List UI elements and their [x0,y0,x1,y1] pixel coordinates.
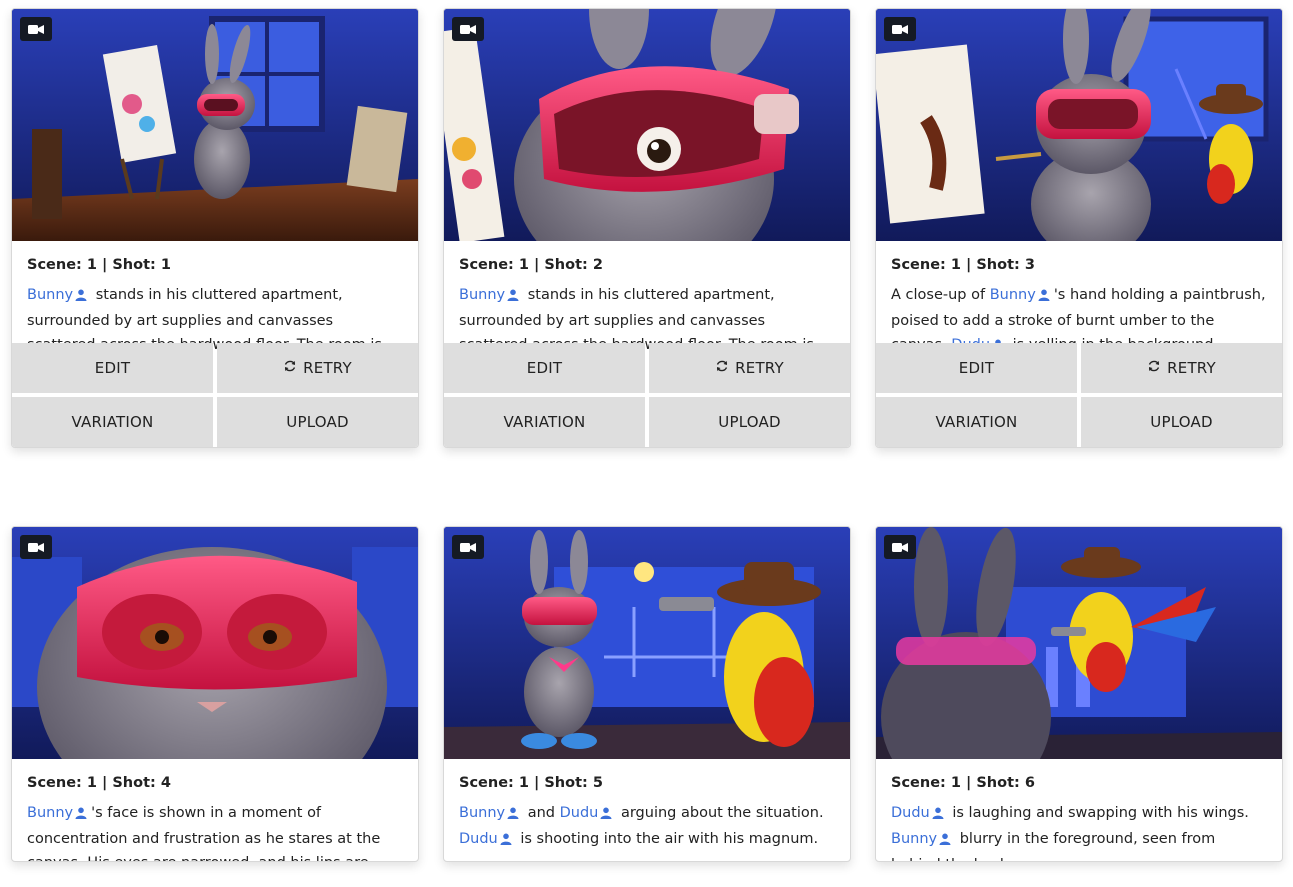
shot-title: Scene: 1 | Shot: 4 [27,775,171,791]
shot-card: Scene: 1 | Shot: 5 Bunny and Dudu arguin… [443,526,851,862]
video-camera-icon [20,17,52,41]
shot-title: Scene: 1 | Shot: 1 [27,257,171,273]
shot-image[interactable] [444,527,850,759]
character-link[interactable]: Dudu [459,831,516,847]
shot-card: Scene: 1 | Shot: 3 A close-up of Bunny's… [875,8,1283,448]
person-icon [75,285,87,309]
shot-title: Scene: 1 | Shot: 2 [459,257,603,273]
video-camera-icon [20,535,52,559]
shot-title: Scene: 1 | Shot: 6 [891,775,1035,791]
shot-image[interactable] [876,9,1282,241]
character-link[interactable]: Dudu [560,805,617,821]
variation-button[interactable]: VARIATION [444,397,645,447]
shot-card: Scene: 1 | Shot: 6 Dudu is laughing and … [875,526,1283,862]
character-link[interactable]: Bunny [891,831,955,847]
shot-card: Scene: 1 | Shot: 2 Bunny stands in his c… [443,8,851,448]
shot-image[interactable] [876,527,1282,759]
upload-button[interactable]: UPLOAD [217,397,418,447]
edit-button[interactable]: EDIT [876,343,1077,393]
person-icon [507,285,519,309]
shot-card: Scene: 1 | Shot: 1 Bunny stands in his c… [11,8,419,448]
person-icon [1038,285,1050,309]
character-link[interactable]: Bunny [27,805,91,821]
person-icon [75,803,87,827]
shot-title: Scene: 1 | Shot: 3 [891,257,1035,273]
person-icon [600,803,612,827]
person-icon [932,803,944,827]
person-icon [500,829,512,853]
variation-button[interactable]: VARIATION [12,397,213,447]
video-camera-icon [884,17,916,41]
edit-button[interactable]: EDIT [444,343,645,393]
refresh-icon [283,359,297,377]
person-icon [939,829,951,853]
video-camera-icon [452,17,484,41]
shot-image[interactable] [444,9,850,241]
video-camera-icon [452,535,484,559]
retry-button[interactable]: RETRY [1081,343,1282,393]
shot-description: Bunny and Dudu arguing about the situati… [459,801,835,853]
variation-button[interactable]: VARIATION [876,397,1077,447]
retry-button[interactable]: RETRY [217,343,418,393]
edit-button[interactable]: EDIT [12,343,213,393]
person-icon [507,803,519,827]
shot-title: Scene: 1 | Shot: 5 [459,775,603,791]
refresh-icon [715,359,729,377]
upload-button[interactable]: UPLOAD [649,397,850,447]
shot-image[interactable] [12,527,418,759]
character-link[interactable]: Bunny [459,287,523,303]
shot-description: Bunny's face is shown in a moment of con… [27,805,381,861]
shot-description: Dudu is laughing and swapping with his w… [891,801,1267,861]
refresh-icon [1147,359,1161,377]
shot-card: Scene: 1 | Shot: 4 Bunny's face is shown… [11,526,419,862]
character-link[interactable]: Bunny [27,287,91,303]
character-link[interactable]: Bunny [459,805,523,821]
character-link[interactable]: Bunny [990,287,1054,303]
upload-button[interactable]: UPLOAD [1081,397,1282,447]
retry-button[interactable]: RETRY [649,343,850,393]
video-camera-icon [884,535,916,559]
shot-image[interactable] [12,9,418,241]
character-link[interactable]: Dudu [891,805,948,821]
